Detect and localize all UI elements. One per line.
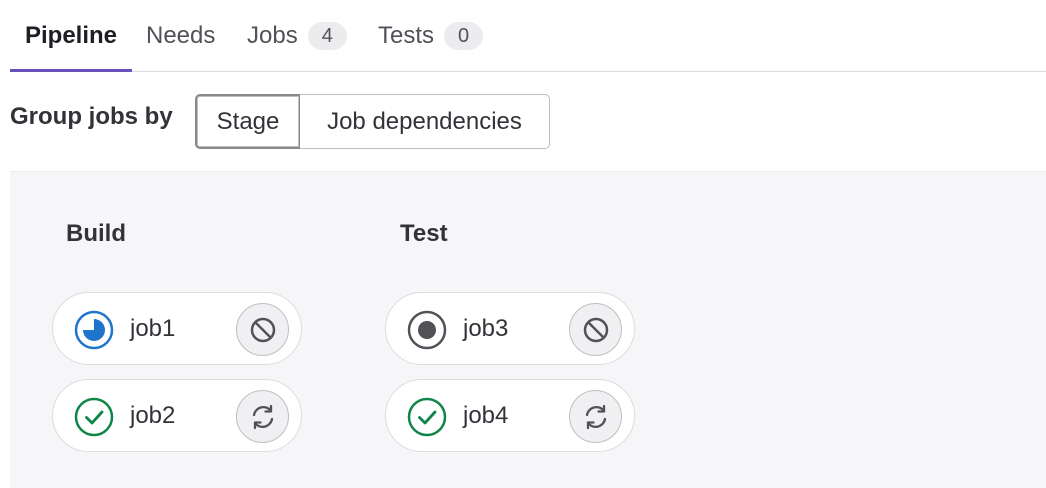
status-success-icon (74, 397, 114, 437)
pipeline-tabs: Pipeline Needs Jobs 4 Tests 0 (10, 0, 1046, 72)
tab-tests-label: Tests (378, 21, 435, 49)
retry-job-button[interactable] (569, 390, 622, 443)
cancel-job-button[interactable] (236, 303, 289, 356)
cancel-icon (583, 317, 608, 342)
status-success-icon (407, 397, 447, 437)
job-item-job4[interactable]: job4 (385, 379, 635, 452)
retry-job-button[interactable] (236, 390, 289, 443)
stage-title-build: Build (66, 220, 126, 247)
job-item-job1[interactable]: job1 (52, 292, 302, 365)
job-item-job3[interactable]: job3 (385, 292, 635, 365)
group-by-job-dependencies-button[interactable]: Job dependencies (300, 94, 550, 149)
group-by-stage-button[interactable]: Stage (195, 94, 301, 149)
job-name: job2 (130, 402, 176, 429)
retry-icon (252, 404, 273, 429)
tab-needs[interactable]: Needs (146, 0, 215, 71)
tab-needs-label: Needs (146, 21, 216, 49)
tests-count-badge: 0 (444, 21, 484, 50)
cancel-icon (250, 317, 275, 342)
tab-tests[interactable]: Tests 0 (378, 0, 484, 71)
job-item-job2[interactable]: job2 (52, 379, 302, 452)
tab-pipeline[interactable]: Pipeline (10, 0, 132, 72)
job-name: job3 (463, 315, 509, 342)
cancel-job-button[interactable] (569, 303, 622, 356)
stage-title-test: Test (400, 220, 448, 247)
job-name: job1 (130, 315, 176, 342)
tab-jobs-label: Jobs (247, 21, 298, 49)
active-tab-underline (10, 69, 132, 72)
jobs-count-badge: 4 (307, 21, 347, 50)
status-running-icon (74, 310, 114, 350)
pipeline-graph: Build Test job1 job2 job3 job4 (10, 171, 1046, 488)
job-name: job4 (463, 402, 509, 429)
tab-jobs[interactable]: Jobs 4 (247, 0, 347, 71)
group-jobs-by-label: Group jobs by (10, 103, 173, 130)
tab-pipeline-label: Pipeline (24, 21, 118, 49)
retry-icon (585, 404, 606, 429)
status-pending-icon (407, 310, 447, 350)
